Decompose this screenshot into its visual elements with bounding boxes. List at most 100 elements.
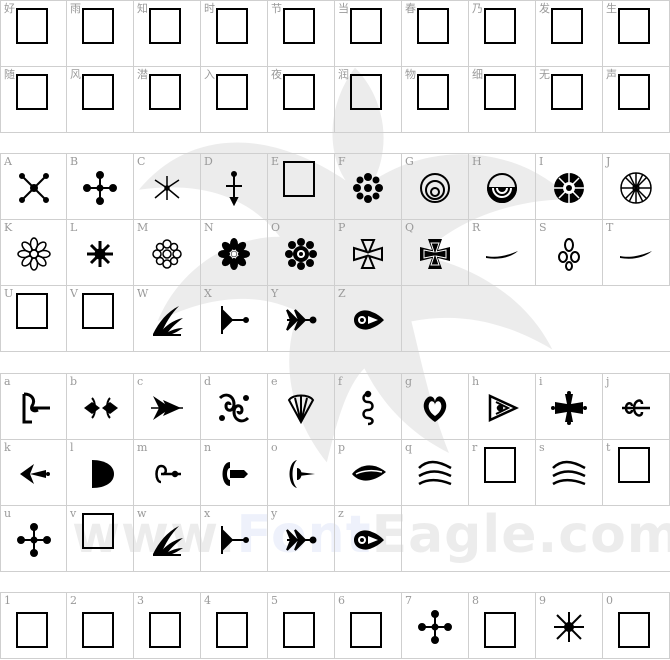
glyph-cell: O	[268, 220, 335, 285]
glyph-row: 1 2 3 4 5 6 7 8 9 0	[0, 593, 670, 659]
missing-glyph-icon	[82, 74, 114, 110]
glyph-cell: 0	[603, 593, 670, 658]
glyph-label: 物	[405, 68, 416, 81]
glyph-label: m	[137, 441, 148, 454]
glyph-cell: t	[603, 440, 670, 505]
glyph-row: a b c d e f g h i j	[0, 374, 670, 440]
glyph-cell: 3	[134, 593, 201, 658]
glyph-cell: R	[469, 220, 536, 285]
missing-glyph-icon	[16, 293, 48, 329]
glyph-cell: j	[603, 374, 670, 439]
glyph-label: Z	[338, 287, 346, 300]
glyph-cell: 8	[469, 593, 536, 658]
glyph-label: 入	[204, 68, 215, 81]
glyph-cell: s	[536, 440, 603, 505]
cross-pattee-icon	[551, 391, 587, 425]
glyph-label: P	[338, 221, 346, 234]
fleuron-left-icon	[20, 464, 50, 484]
glyph-row: K L M N O P Q R S T	[0, 220, 670, 286]
glyph-label: 雨	[70, 2, 81, 15]
missing-glyph-icon	[16, 8, 48, 44]
glyph-cell: G	[402, 154, 469, 219]
missing-glyph-icon	[82, 8, 114, 44]
glyph-label: 节	[271, 2, 282, 15]
dagger-icon	[226, 171, 242, 206]
glyph-label: f	[338, 375, 343, 388]
missing-glyph-icon	[484, 612, 516, 648]
glyph-label: C	[137, 155, 146, 168]
missing-glyph-icon	[484, 8, 516, 44]
glyph-cell: 5	[268, 593, 335, 658]
glyph-cell: h	[469, 374, 536, 439]
glyph-label: 1	[4, 594, 11, 607]
glyph-row: 好雨知时节当春乃发生	[0, 1, 670, 67]
glyph-row: A B C D E F G H I J	[0, 154, 670, 220]
glyph-label: c	[137, 375, 144, 388]
glyph-row: 随风潜入夜润物细无声	[0, 67, 670, 133]
daisy-icon	[152, 239, 182, 269]
glyph-cell: X	[201, 286, 268, 351]
glyph-cell: n	[201, 440, 268, 505]
glyph-cell: 9	[536, 593, 603, 658]
glyph-cell: 潜	[134, 67, 201, 132]
glyph-cell: 入	[201, 67, 268, 132]
missing-glyph-icon	[283, 612, 315, 648]
missing-glyph-icon	[618, 447, 650, 483]
glyph-cell: c	[134, 374, 201, 439]
missing-glyph-icon	[149, 612, 181, 648]
glyph-cell: E	[268, 154, 335, 219]
glyph-cell: 随	[0, 67, 67, 132]
glyph-cell: f	[335, 374, 402, 439]
missing-glyph-icon	[216, 8, 248, 44]
leaf-spray-icon	[153, 306, 183, 336]
missing-glyph-icon	[350, 74, 382, 110]
missing-glyph-icon	[350, 8, 382, 44]
glyph-cell: N	[201, 220, 268, 285]
glyph-cell: q	[402, 440, 469, 505]
arrow-feather-icon	[286, 309, 317, 331]
sunflower-icon	[285, 238, 317, 270]
scroll-icon	[354, 310, 384, 330]
glyph-label: i	[539, 375, 543, 388]
border-orn-icon	[84, 397, 118, 419]
glyph-cell: 春	[402, 1, 469, 66]
missing-glyph-icon	[618, 612, 650, 648]
glyph-label: 潜	[137, 68, 148, 81]
glyph-cell: 2	[67, 593, 134, 658]
glyph-cell: D	[201, 154, 268, 219]
glyph-label: I	[539, 155, 544, 168]
glyph-cell: V	[67, 286, 134, 351]
glyph-label: O	[271, 221, 281, 234]
glyph-cell: 生	[603, 1, 670, 66]
glyph-cell: v	[67, 506, 134, 571]
glyph-cell: 声	[603, 67, 670, 132]
wheel-spokes-icon	[620, 172, 652, 204]
glyph-label: 9	[539, 594, 546, 607]
glyph-cell: T	[603, 220, 670, 285]
missing-glyph-icon	[417, 74, 449, 110]
missing-glyph-icon	[618, 8, 650, 44]
flower-bold-icon	[218, 238, 250, 270]
glyph-label: 4	[204, 594, 211, 607]
glyph-cell: P	[335, 220, 402, 285]
glyph-cell: 1	[0, 593, 67, 658]
glyph-label: R	[472, 221, 481, 234]
glyph-cell: g	[402, 374, 469, 439]
glyph-label: o	[271, 441, 278, 454]
glyph-label: s	[539, 441, 545, 454]
glyph-label: Y	[271, 287, 279, 300]
glyph-cell: U	[0, 286, 67, 351]
glyph-label: h	[472, 375, 480, 388]
swoosh-icon	[620, 251, 652, 259]
trefoil-icon	[558, 238, 580, 271]
glyph-label: U	[4, 287, 14, 300]
glyph-cell: o	[268, 440, 335, 505]
glyph-label: H	[472, 155, 482, 168]
glyph-cell: a	[0, 374, 67, 439]
glyph-cell: i	[536, 374, 603, 439]
glyph-cell: 知	[134, 1, 201, 66]
missing-glyph-icon	[216, 612, 248, 648]
glyph-cell: C	[134, 154, 201, 219]
concentric-icon	[420, 173, 450, 203]
glyph-label: z	[338, 507, 344, 520]
